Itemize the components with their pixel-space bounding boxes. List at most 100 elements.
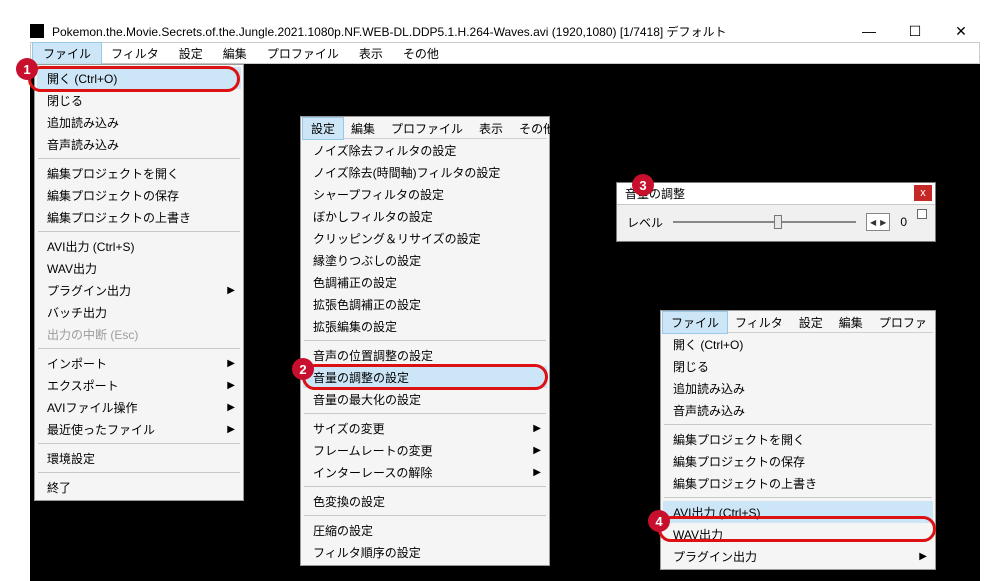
settingsMenu-item-15[interactable]: フレームレートの変更▶ <box>303 439 547 461</box>
fileMenu-item-label-15: インポート <box>47 355 107 372</box>
fileMenu-item-label-11: プラグイン出力 <box>47 282 131 299</box>
fileMenuSmall-item-10[interactable]: WAV出力 <box>663 523 933 545</box>
settingsMenu-item-4[interactable]: クリッピング＆リサイズの設定 <box>303 227 547 249</box>
settingsMenu-item-label-15: フレームレートの変更 <box>313 442 433 459</box>
fileMenuSmall-header-item-3[interactable]: 編集 <box>831 312 871 333</box>
fileMenuSmall-item-11[interactable]: プラグイン出力 ▶ <box>663 545 933 567</box>
volume-spinner[interactable]: ◀ ▶ <box>866 213 890 231</box>
chevron-left-icon[interactable]: ◀ <box>869 218 877 227</box>
fileMenuSmall-item-2[interactable]: 追加読み込み <box>663 377 933 399</box>
fileMenu-item-20[interactable]: 環境設定 <box>37 447 241 469</box>
fileMenu-item-3[interactable]: 音声読み込み <box>37 133 241 155</box>
chevron-right-icon: ▶ <box>227 402 235 413</box>
settingsMenu-item-16[interactable]: インターレースの解除▶ <box>303 461 547 483</box>
fileMenu-item-label-6: 編集プロジェクトの保存 <box>47 187 179 204</box>
fileMenuSmall-item-7[interactable]: 編集プロジェクトの上書き <box>663 472 933 494</box>
menubar-item-0[interactable]: ファイル <box>33 43 101 64</box>
volume-slider[interactable] <box>673 221 856 223</box>
fileMenu-item-label-20: 環境設定 <box>47 450 95 467</box>
settingsMenu-item-label-3: ぼかしフィルタの設定 <box>313 208 433 225</box>
settingsMenu-separator-19 <box>304 515 546 516</box>
chevron-right-icon: ▶ <box>227 358 235 369</box>
settingsMenu-item-6[interactable]: 色調補正の設定 <box>303 271 547 293</box>
close-button[interactable]: ✕ <box>948 23 974 40</box>
settingsMenu-item-2[interactable]: シャープフィルタの設定 <box>303 183 547 205</box>
settingsMenu-item-8[interactable]: 拡張編集の設定 <box>303 315 547 337</box>
menubar-item-3[interactable]: 編集 <box>213 43 257 64</box>
fileMenu-item-7[interactable]: 編集プロジェクトの上書き <box>37 206 241 228</box>
fileMenuSmall-item-5[interactable]: 編集プロジェクトを開く <box>663 428 933 450</box>
maximize-button[interactable]: ☐ <box>902 23 928 40</box>
settingsMenu-item-11[interactable]: 音量の調整の設定 <box>303 366 547 388</box>
fileMenuSmall-item-0[interactable]: 開く (Ctrl+O) <box>663 333 933 355</box>
menubar-item-6[interactable]: その他 <box>393 43 449 64</box>
settingsMenu-item-5[interactable]: 縁塗りつぶしの設定 <box>303 249 547 271</box>
settingsMenu-item-label-2: シャープフィルタの設定 <box>313 186 444 203</box>
volume-slider-thumb[interactable] <box>774 215 782 229</box>
app-icon <box>30 24 44 38</box>
settingsMenu-item-3[interactable]: ぼかしフィルタの設定 <box>303 205 547 227</box>
settingsMenu-header-item-1[interactable]: 編集 <box>343 118 383 139</box>
settingsMenu-item-1[interactable]: ノイズ除去(時間軸)フィルタの設定 <box>303 161 547 183</box>
fileMenuSmall-item-9[interactable]: AVI出力 (Ctrl+S) <box>663 501 933 523</box>
settingsMenu-item-20[interactable]: 圧縮の設定 <box>303 519 547 541</box>
minimize-button[interactable]: — <box>856 23 882 40</box>
settingsMenu-item-7[interactable]: 拡張色調補正の設定 <box>303 293 547 315</box>
settingsMenu-item-14[interactable]: サイズの変更▶ <box>303 417 547 439</box>
file-menu: 開く (Ctrl+O)閉じる追加読み込み音声読み込み編集プロジェクトを開く編集プ… <box>34 64 244 501</box>
fileMenu-item-6[interactable]: 編集プロジェクトの保存 <box>37 184 241 206</box>
settingsMenu-item-label-20: 圧縮の設定 <box>313 522 373 539</box>
fileMenuSmall-header-item-4[interactable]: プロファ <box>871 312 935 333</box>
fileMenu-item-label-1: 閉じる <box>47 92 83 109</box>
fileMenu-item-22[interactable]: 終了 <box>37 476 241 498</box>
settingsMenu-item-18[interactable]: 色変換の設定 <box>303 490 547 512</box>
settingsMenu-item-label-7: 拡張色調補正の設定 <box>313 296 421 313</box>
fileMenu-item-11[interactable]: プラグイン出力▶ <box>37 279 241 301</box>
settingsMenu-item-12[interactable]: 音量の最大化の設定 <box>303 388 547 410</box>
close-icon[interactable]: x <box>914 185 932 201</box>
menubar-item-1[interactable]: フィルタ <box>101 43 169 64</box>
chevron-right-icon[interactable]: ▶ <box>879 218 887 227</box>
settingsMenu-item-21[interactable]: フィルタ順序の設定 <box>303 541 547 563</box>
fileMenu-item-18[interactable]: 最近使ったファイル▶ <box>37 418 241 440</box>
settingsMenu-header-item-2[interactable]: プロファイル <box>383 118 471 139</box>
fileMenu-item-17[interactable]: AVIファイル操作 ▶ <box>37 396 241 418</box>
chevron-right-icon: ▶ <box>919 551 927 562</box>
fileMenu-item-0[interactable]: 開く (Ctrl+O) <box>37 67 241 89</box>
fileMenuSmall-item-label-1: 閉じる <box>673 358 709 375</box>
menubar-item-4[interactable]: プロファイル <box>257 43 349 64</box>
fileMenu-item-label-17: AVIファイル操作 <box>47 399 137 416</box>
fileMenu-item-label-0: 開く (Ctrl+O) <box>47 70 117 87</box>
settingsMenu-item-label-4: クリッピング＆リサイズの設定 <box>313 230 481 247</box>
fileMenuSmall-item-1[interactable]: 閉じる <box>663 355 933 377</box>
fileMenuSmall-item-6[interactable]: 編集プロジェクトの保存 <box>663 450 933 472</box>
fileMenu-item-5[interactable]: 編集プロジェクトを開く <box>37 162 241 184</box>
fileMenuSmall-header-item-2[interactable]: 設定 <box>791 312 831 333</box>
fileMenu-item-9[interactable]: AVI出力 (Ctrl+S) <box>37 235 241 257</box>
settingsMenu-separator-13 <box>304 413 546 414</box>
fileMenu-item-15[interactable]: インポート ▶ <box>37 352 241 374</box>
settingsMenu-separator-17 <box>304 486 546 487</box>
settingsMenu-item-0[interactable]: ノイズ除去フィルタの設定 <box>303 139 547 161</box>
settingsMenu-header-item-3[interactable]: 表示 <box>471 118 511 139</box>
fileMenu-item-2[interactable]: 追加読み込み <box>37 111 241 133</box>
fileMenuSmall-item-3[interactable]: 音声読み込み <box>663 399 933 421</box>
fileMenuSmall-header-item-0[interactable]: ファイル <box>663 312 727 333</box>
fileMenu-item-12[interactable]: バッチ出力 <box>37 301 241 323</box>
settingsMenu-item-label-16: インターレースの解除 <box>313 464 432 481</box>
fileMenuSmall-item-label-5: 編集プロジェクトを開く <box>673 431 805 448</box>
fileMenu-item-10[interactable]: WAV出力 <box>37 257 241 279</box>
volume-dialog: 音量の調整 x レベル ◀ ▶ 0 <box>616 182 936 242</box>
settingsMenu-item-10[interactable]: 音声の位置調整の設定 <box>303 344 547 366</box>
volume-checkbox[interactable] <box>917 209 927 219</box>
fileMenu-item-16[interactable]: エクスポート▶ <box>37 374 241 396</box>
settingsMenu-header-item-0[interactable]: 設定 <box>303 118 343 139</box>
chevron-right-icon: ▶ <box>227 380 235 391</box>
fileMenuSmall-item-label-11: プラグイン出力 <box>673 548 757 565</box>
fileMenu-item-1[interactable]: 閉じる <box>37 89 241 111</box>
settingsMenu-item-label-11: 音量の調整の設定 <box>313 369 409 386</box>
settingsMenu-header-item-4[interactable]: その他 <box>511 118 563 139</box>
menubar-item-2[interactable]: 設定 <box>169 43 213 64</box>
fileMenuSmall-header-item-1[interactable]: フィルタ <box>727 312 791 333</box>
menubar-item-5[interactable]: 表示 <box>349 43 393 64</box>
